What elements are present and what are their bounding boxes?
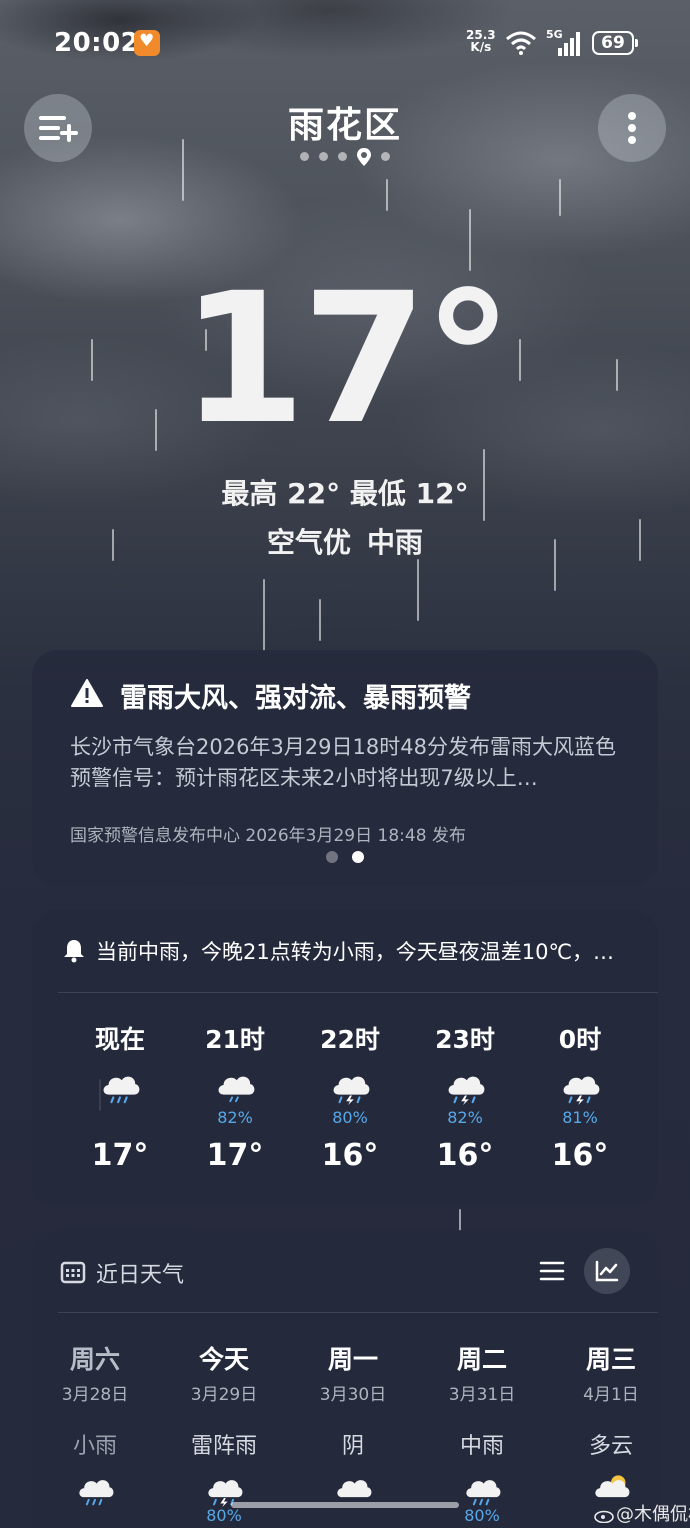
hour-temperature: 16° xyxy=(436,1138,494,1173)
thunder-rain-icon xyxy=(563,1076,600,1106)
air-quality[interactable]: 空气优 xyxy=(267,526,351,559)
hour-temperature: 16° xyxy=(645,1138,658,1173)
hour-label: 22时 xyxy=(320,1025,380,1054)
thunder-rain-icon xyxy=(448,1076,485,1106)
alert-page-dot xyxy=(326,851,338,863)
hourly-summary: 当前中雨，今晚21点转为小雨，今天昼夜温差10℃，… xyxy=(96,940,615,964)
day-date: 3月30日 xyxy=(319,1385,387,1405)
hour-label: 1时 xyxy=(645,1020,658,1054)
alert-source: 国家预警信息发布中心 2026年3月29日 18:48 发布 xyxy=(70,826,466,846)
precip-probability: 80% xyxy=(464,1506,500,1525)
watermark: @木偶侃机 xyxy=(594,1500,690,1526)
precip-probability: 82% xyxy=(447,1108,483,1127)
thunder-rain-icon xyxy=(333,1076,370,1106)
list-view-icon[interactable] xyxy=(538,1258,566,1284)
alert-body: 长沙市气象台2026年3月29日18时48分发布雷雨大风蓝色预警信号：预计雨花区… xyxy=(70,735,616,790)
page-dot xyxy=(300,152,309,161)
hour-label: 21时 xyxy=(205,1025,265,1054)
battery-indicator: 69 xyxy=(592,31,638,55)
daily-item[interactable]: 周一 3月30日阴 xyxy=(298,1340,408,1506)
alert-page-dot-active xyxy=(352,851,364,863)
weibo-icon xyxy=(594,1510,614,1523)
hourly-forecast-card[interactable]: 当前中雨，今晚21点转为小雨，今天昼夜温差10℃，… 现在 17° 21时 82% 17… xyxy=(32,910,658,1206)
weather-condition: 中雨 xyxy=(367,526,424,559)
weather-alert-card[interactable]: 雷雨大风、强对流、暴雨预警 长沙市气象台2026年3月29日18时48分发布雷雨… xyxy=(32,650,658,886)
day-name: 周二 xyxy=(456,1345,507,1374)
precip-probability: 83% xyxy=(645,1108,658,1130)
hourly-item: 现在 17° xyxy=(70,1020,170,1173)
day-date: 3月28日 xyxy=(61,1385,129,1405)
wifi-icon xyxy=(506,31,536,55)
page-dot xyxy=(338,152,347,161)
alert-pager xyxy=(32,848,658,867)
daily-forecast-card[interactable]: 近日天气 周六 3月28日小雨 今天 3月29日雷阵雨 80% 周一 3月30日阴 周二 3月3… xyxy=(32,1230,658,1528)
day-name: 今天 xyxy=(198,1345,249,1374)
day-condition: 多云 xyxy=(588,1434,633,1459)
line-chart-icon xyxy=(595,1260,619,1282)
day-date: 3月31日 xyxy=(448,1385,516,1405)
status-bar: 20:02 25.3 K/s 5G 69 xyxy=(0,26,690,62)
high-low-temperature: 最高 22° 最低 12° xyxy=(221,477,469,510)
rain-icon xyxy=(466,1480,501,1506)
divider xyxy=(58,992,658,993)
rain-icon xyxy=(103,1076,140,1104)
more-options-button[interactable] xyxy=(598,94,666,162)
rain-icon xyxy=(79,1480,114,1506)
health-app-icon xyxy=(134,30,160,56)
daily-item[interactable]: 周二 3月31日中雨 80% xyxy=(427,1340,537,1525)
daily-item[interactable]: 周六 3月28日小雨 xyxy=(40,1340,150,1506)
hour-label: 0时 xyxy=(558,1025,602,1054)
chart-view-button[interactable] xyxy=(584,1248,630,1294)
hour-temperature: 16° xyxy=(321,1138,379,1173)
precip-probability: 81% xyxy=(562,1108,598,1127)
day-name: 周一 xyxy=(327,1345,378,1374)
current-temperature: 17° xyxy=(180,255,514,464)
more-vertical-icon xyxy=(628,112,636,144)
daily-title: 近日天气 xyxy=(96,1263,185,1288)
warning-icon xyxy=(71,679,103,707)
precip-probability: 82% xyxy=(217,1108,253,1127)
city-name[interactable]: 雨花区 xyxy=(0,96,690,148)
day-date: 4月1日 xyxy=(583,1385,639,1405)
day-condition: 阴 xyxy=(341,1434,364,1459)
current-conditions[interactable]: 空气优 中雨 xyxy=(0,521,690,561)
calendar-icon xyxy=(60,1261,86,1284)
alert-title: 雷雨大风、强对流、暴雨预警 xyxy=(120,683,471,714)
hourly-list[interactable]: 现在 17° 21时 82% 17° 22时 80% 16° 23时 82% 16° 0时 81% 16°… xyxy=(32,1020,658,1190)
precip-probability xyxy=(70,1108,170,1130)
precip-probability: 80% xyxy=(206,1506,242,1525)
page-dot xyxy=(319,152,328,161)
page-dot xyxy=(381,152,390,161)
divider xyxy=(58,1312,658,1313)
day-name: 周三 xyxy=(585,1345,636,1374)
network-speed-unit: K/s xyxy=(470,40,492,54)
hourly-item: 23时 82% 16° xyxy=(415,1020,515,1173)
daily-item[interactable]: 周三 4月1日多云 xyxy=(556,1340,666,1506)
hourly-item: 22时 80% 16° xyxy=(300,1020,400,1173)
hour-label: 现在 xyxy=(94,1025,145,1054)
status-time: 20:02 xyxy=(54,28,140,58)
home-indicator[interactable] xyxy=(231,1502,459,1508)
hour-temperature: 17° xyxy=(91,1138,149,1173)
hour-temperature: 16° xyxy=(551,1138,609,1173)
location-pin-icon xyxy=(357,147,371,166)
hourly-item: 0时 81% 16° xyxy=(530,1020,630,1173)
day-condition: 中雨 xyxy=(459,1434,504,1459)
hour-label: 23时 xyxy=(435,1025,495,1054)
precip-probability: 80% xyxy=(332,1108,368,1127)
light-rain-icon xyxy=(218,1076,255,1103)
day-name: 周六 xyxy=(69,1345,120,1374)
signal-icon xyxy=(558,32,580,56)
day-condition: 雷阵雨 xyxy=(190,1434,257,1459)
watermark-text: @木偶侃机 xyxy=(616,1504,690,1525)
day-date: 3月29日 xyxy=(190,1385,258,1405)
bell-icon xyxy=(64,940,84,963)
daily-item[interactable]: 今天 3月29日雷阵雨 80% xyxy=(169,1340,279,1525)
day-condition: 小雨 xyxy=(72,1434,117,1459)
city-page-indicator xyxy=(0,146,690,166)
hourly-item: 21时 82% 17° xyxy=(185,1020,285,1173)
hour-temperature: 17° xyxy=(206,1138,264,1173)
hourly-item: 1时 83% 16° xyxy=(645,1020,658,1173)
network-speed: 25.3 K/s xyxy=(466,29,496,53)
